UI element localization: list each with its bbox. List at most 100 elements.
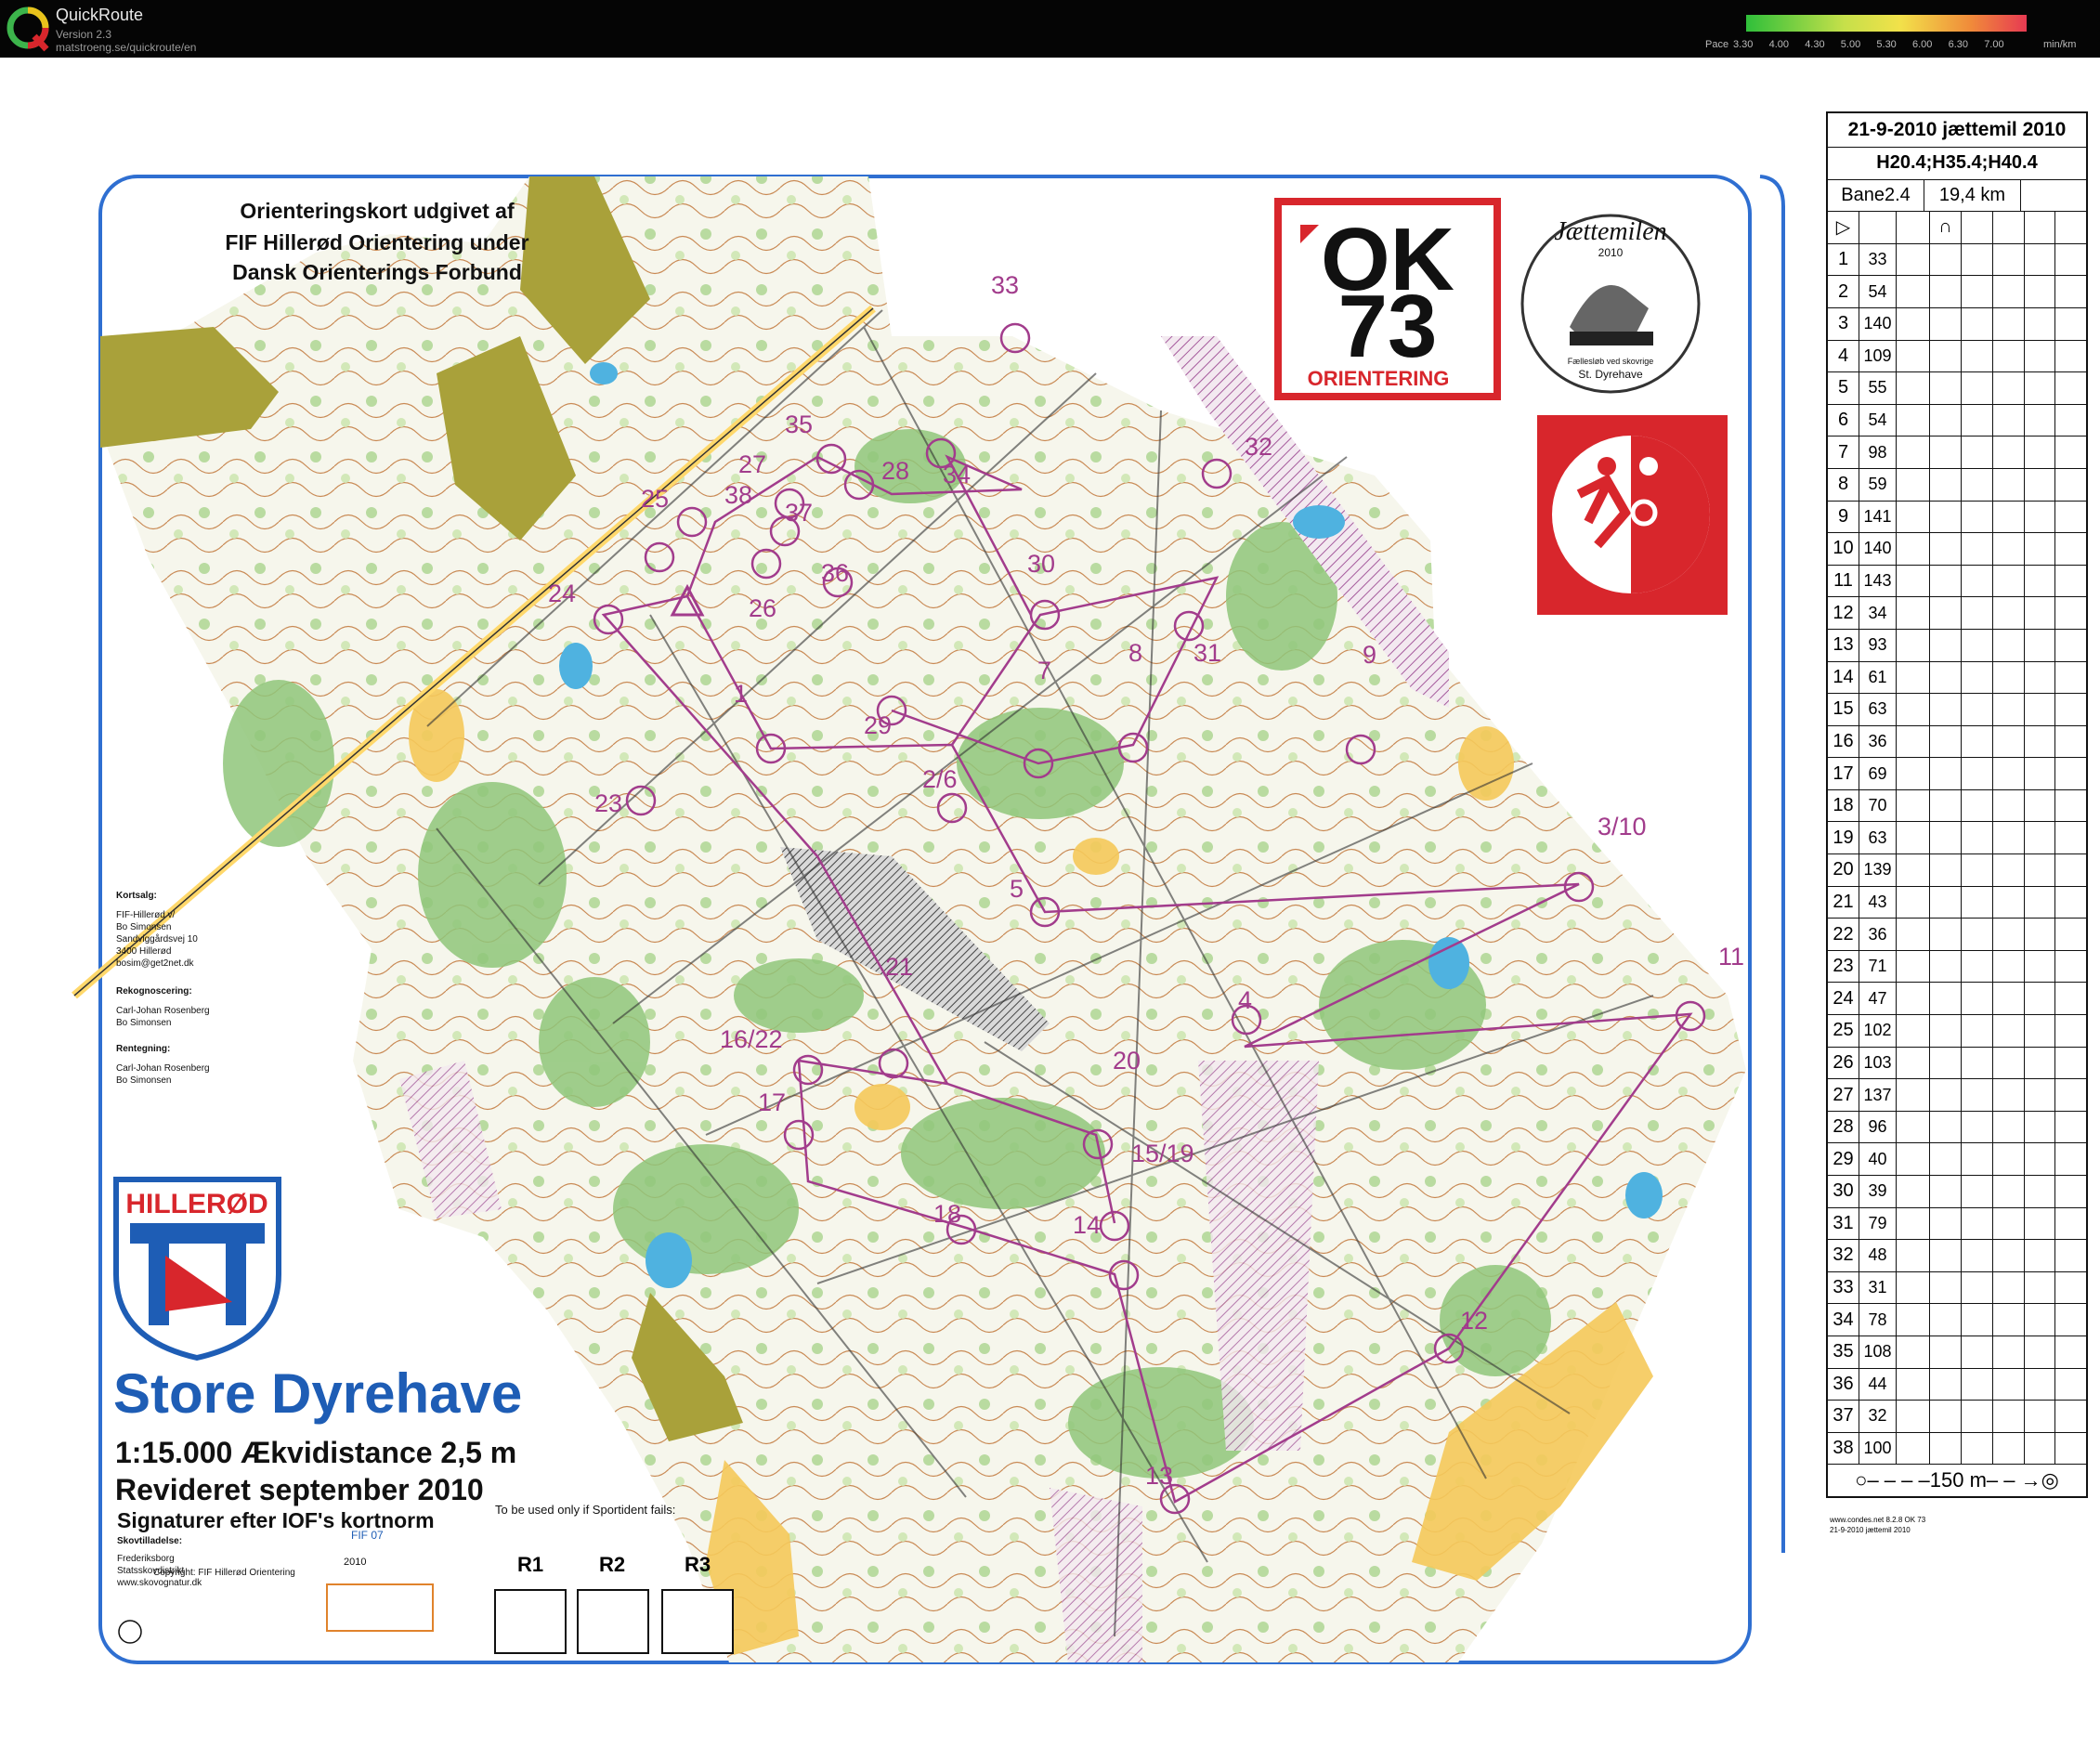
symbol-cell: [2055, 1208, 2086, 1240]
symbol-cell: [1962, 1368, 1993, 1401]
pace-color-scale: [1746, 15, 2027, 32]
symbol-cell: [2025, 725, 2055, 758]
control-label: 21: [885, 953, 914, 981]
pace-label: 6.00: [1912, 39, 1933, 50]
control-code: 33: [1859, 243, 1897, 276]
symbol-cell: [1993, 276, 2025, 307]
control-label: 27: [738, 450, 767, 478]
control-label: 32: [1245, 433, 1273, 461]
symbol-cell: [2025, 1432, 2055, 1465]
symbol-cell: [1962, 822, 1993, 854]
symbol-cell: [1930, 822, 1962, 854]
control-number: 37: [1828, 1401, 1859, 1432]
symbol-cell: [2025, 565, 2055, 597]
symbol-cell: [2025, 629, 2055, 661]
symbol-cell: [2055, 1401, 2086, 1432]
control-code: 48: [1859, 1240, 1897, 1271]
symbol-cell: [2025, 983, 2055, 1015]
sheet-start-row: ▷ ∩: [1828, 211, 2086, 243]
symbol-cell: [2055, 597, 2086, 629]
symbol-cell: [2025, 694, 2055, 725]
symbol-cell: [1993, 919, 2025, 950]
control-description-row: 7 98: [1828, 436, 2086, 468]
control-label: 18: [933, 1200, 962, 1228]
drawing-heading: Rentegning:: [116, 1044, 171, 1054]
symbol-cell: [1993, 1401, 2025, 1432]
symbol-cell: [2055, 694, 2086, 725]
symbol-cell: [1897, 597, 1930, 629]
sheet-classes: H20.4;H35.4;H40.4: [1828, 147, 2086, 179]
symbol-cell: [1930, 1143, 1962, 1175]
control-description-row: 4 109: [1828, 339, 2086, 372]
symbol-cell: [1962, 725, 1993, 758]
symbol-cell: [1962, 1207, 1993, 1240]
symbol-cell: [1897, 1271, 1930, 1304]
quickroute-logo-icon: [7, 7, 49, 52]
control-label: 34: [943, 461, 972, 489]
symbol-cell: [2025, 1240, 2055, 1271]
symbol-cell: [2025, 854, 2055, 886]
control-description-row: 18 70: [1828, 788, 2086, 822]
control-label: 16/22: [720, 1025, 783, 1053]
control-code: 102: [1859, 1015, 1897, 1047]
control-description-row: 25 102: [1828, 1014, 2086, 1047]
control-label: 25: [641, 485, 670, 513]
symbol-cell: [1962, 533, 1993, 565]
symbol-cell: [1993, 983, 2025, 1015]
symbol-cell: [2055, 1336, 2086, 1368]
control-description-row: 12 34: [1828, 596, 2086, 629]
symbol-cell: [1897, 1143, 1930, 1175]
symbol-cell: [1930, 1240, 1962, 1271]
symbol-cell: [1962, 1432, 1993, 1465]
control-label: 36: [821, 559, 850, 587]
copyright: Copyright: FIF Hillerød Orientering: [153, 1568, 295, 1578]
symbol-cell: [1962, 1304, 1993, 1336]
control-description-row: 15 63: [1828, 693, 2086, 725]
symbol-cell: [1930, 629, 1962, 661]
symbol-cell: [1930, 372, 1962, 404]
symbol-cell: [1897, 1336, 1930, 1368]
symbol-cell: [2025, 950, 2055, 983]
control-label: 20: [1113, 1047, 1141, 1075]
orienteering-map[interactable]: OK 73 ORIENTERING Jættemilen 2010 Fælles…: [0, 58, 2100, 1688]
control-description-row: 32 48: [1828, 1239, 2086, 1271]
pace-label: 4.30: [1805, 39, 1825, 50]
control-number: 15: [1828, 694, 1859, 725]
control-number: 35: [1828, 1336, 1859, 1368]
control-code: 143: [1859, 565, 1897, 597]
symbol-cell: [1962, 436, 1993, 468]
app-url[interactable]: matstroeng.se/quickroute/en: [56, 41, 196, 54]
symbol-cell: [1962, 886, 1993, 919]
symbol-cell: [2025, 1207, 2055, 1240]
symbol-cell: [1897, 307, 1930, 340]
symbol-cell: [2055, 822, 2086, 853]
jaettemilen-title: Jættemilen: [1554, 217, 1666, 246]
symbol-cell: [1930, 886, 1962, 919]
drawing-line: Bo Simonsen: [116, 1075, 172, 1086]
symbol-cell: [1897, 372, 1930, 404]
symbol-cell: [1962, 1015, 1993, 1047]
sales-line: Sandviggårdsvej 10: [116, 934, 198, 945]
symbol-cell: [1962, 1271, 1993, 1304]
symbol-cell: [1993, 661, 2025, 694]
symbol-cell: [1897, 661, 1930, 694]
control-code: 31: [1859, 1271, 1897, 1304]
symbol-cell: [2055, 1304, 2086, 1336]
symbol-cell: [1993, 822, 2025, 854]
map-id: FIF 07: [351, 1529, 384, 1542]
symbol-cell: [1993, 1207, 2025, 1240]
control-label: 38: [724, 481, 753, 509]
symbol-cell: [1930, 950, 1962, 983]
symbol-cell: [1930, 1015, 1962, 1047]
symbol-cell: [2025, 1176, 2055, 1207]
control-code: 43: [1859, 886, 1897, 919]
symbol-cell: [2055, 1112, 2086, 1143]
control-number: 17: [1828, 758, 1859, 789]
symbol-cell: [1962, 950, 1993, 983]
symbol-cell: [2025, 372, 2055, 404]
control-description-row: 20 139: [1828, 853, 2086, 886]
symbol-cell: [1930, 694, 1962, 725]
control-code: 63: [1859, 694, 1897, 725]
symbol-cell: [1930, 1401, 1962, 1432]
symbol-cell: [1962, 501, 1993, 533]
